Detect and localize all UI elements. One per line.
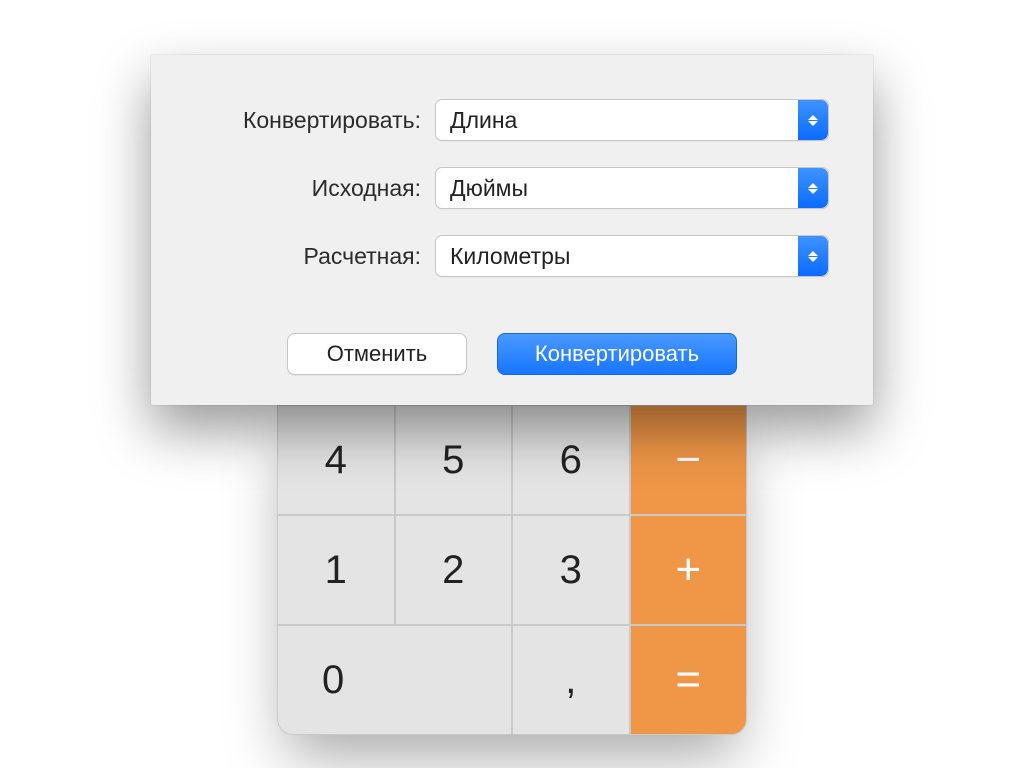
- chevron-up-icon: [808, 115, 818, 120]
- chevron-up-icon: [808, 183, 818, 188]
- key-plus[interactable]: +: [630, 515, 748, 625]
- key-4[interactable]: 4: [277, 405, 395, 515]
- stepper-icon: [798, 168, 828, 208]
- chevron-down-icon: [808, 121, 818, 126]
- select-category[interactable]: Длина: [435, 99, 829, 141]
- cancel-button[interactable]: Отменить: [287, 333, 467, 375]
- row-to: Расчетная: Километры: [195, 235, 829, 277]
- key-0[interactable]: 0: [277, 625, 512, 735]
- conversion-dialog: Конвертировать: Длина Исходная: Дюймы Ра…: [151, 55, 873, 405]
- label-from: Исходная:: [195, 175, 435, 202]
- calculator-keypad: 4 5 6 − 1 2 3 + 0 , =: [277, 405, 747, 735]
- stepper-icon: [798, 236, 828, 276]
- row-convert: Конвертировать: Длина: [195, 99, 829, 141]
- select-to-unit[interactable]: Километры: [435, 235, 829, 277]
- convert-button[interactable]: Конвертировать: [497, 333, 737, 375]
- select-from-unit[interactable]: Дюймы: [435, 167, 829, 209]
- chevron-down-icon: [808, 189, 818, 194]
- key-6[interactable]: 6: [512, 405, 630, 515]
- key-minus[interactable]: −: [630, 405, 748, 515]
- key-1[interactable]: 1: [277, 515, 395, 625]
- dialog-button-row: Отменить Конвертировать: [151, 333, 873, 375]
- select-category-value: Длина: [450, 107, 517, 134]
- row-from: Исходная: Дюймы: [195, 167, 829, 209]
- chevron-up-icon: [808, 251, 818, 256]
- key-decimal[interactable]: ,: [512, 625, 630, 735]
- select-to-value: Километры: [450, 243, 570, 270]
- chevron-down-icon: [808, 257, 818, 262]
- key-equals[interactable]: =: [630, 625, 748, 735]
- label-convert: Конвертировать:: [195, 107, 435, 134]
- key-5[interactable]: 5: [395, 405, 513, 515]
- stepper-icon: [798, 100, 828, 140]
- label-to: Расчетная:: [195, 243, 435, 270]
- key-2[interactable]: 2: [395, 515, 513, 625]
- key-3[interactable]: 3: [512, 515, 630, 625]
- select-from-value: Дюймы: [450, 175, 528, 202]
- calculator-grid: 4 5 6 − 1 2 3 + 0 , =: [277, 405, 747, 735]
